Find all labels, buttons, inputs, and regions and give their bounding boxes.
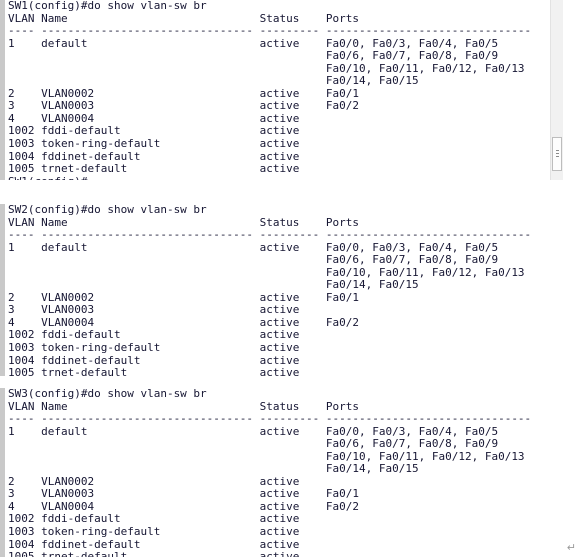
sw2-table-row: 1005 trnet-default active (8, 366, 300, 376)
panel-left-gutter (0, 388, 6, 557)
document-page: SW1(config)#do show vlan-sw br VLAN Name… (0, 0, 580, 557)
sw3-prompt-line: SW3(config)#do show vlan-sw br (8, 388, 207, 400)
paragraph-return-icon: ↵ (566, 541, 576, 554)
panel-vertical-scrollbar[interactable] (550, 0, 563, 180)
sw2-table-row: Fa0/14, Fa0/15 (8, 278, 419, 292)
sw2-console-body: SW2(config)#do show vlan-sw br VLAN Name… (8, 204, 549, 376)
sw3-table-row: 1005 trnet-default active (8, 550, 300, 557)
sw1-clipped-prompt: SW1(config)# (8, 176, 549, 180)
sw1-console-body: SW1(config)#do show vlan-sw br VLAN Name… (8, 0, 549, 180)
scrollbar-thumb[interactable] (552, 137, 562, 171)
sw3-console-body: SW3(config)#do show vlan-sw br VLAN Name… (8, 388, 549, 557)
sw1-prompt-line: SW1(config)#do show vlan-sw br (8, 0, 207, 12)
sw1-table-row: 1005 trnet-default active (8, 162, 300, 176)
sw1-table-row: Fa0/14, Fa0/15 (8, 74, 419, 88)
sw3-table-separator: ---- -------------------------------- --… (8, 412, 532, 426)
sw3-table-row: Fa0/14, Fa0/15 (8, 462, 419, 476)
sw1-console-panel[interactable]: SW1(config)#do show vlan-sw br VLAN Name… (0, 0, 563, 180)
sw2-table-row: Fa0/6, Fa0/7, Fa0/8, Fa0/9 (8, 253, 499, 267)
sw1-table-row: Fa0/6, Fa0/7, Fa0/8, Fa0/9 (8, 49, 499, 63)
sw3-console-panel[interactable]: SW3(config)#do show vlan-sw br VLAN Name… (0, 388, 563, 557)
sw2-table-separator: ---- -------------------------------- --… (8, 228, 532, 242)
sw1-table-row: 1003 token-ring-default active (8, 137, 300, 151)
sw2-console-panel[interactable]: SW2(config)#do show vlan-sw br VLAN Name… (0, 204, 563, 376)
sw3-table-row: 1003 token-ring-default active (8, 525, 300, 539)
panel-left-gutter (0, 204, 6, 376)
sw1-table-separator: ---- -------------------------------- --… (8, 24, 532, 38)
panel-left-gutter (0, 0, 6, 180)
sw3-table-row: Fa0/6, Fa0/7, Fa0/8, Fa0/9 (8, 437, 499, 451)
sw2-table-row: 1003 token-ring-default active (8, 341, 300, 355)
sw2-prompt-line: SW2(config)#do show vlan-sw br (8, 204, 207, 216)
